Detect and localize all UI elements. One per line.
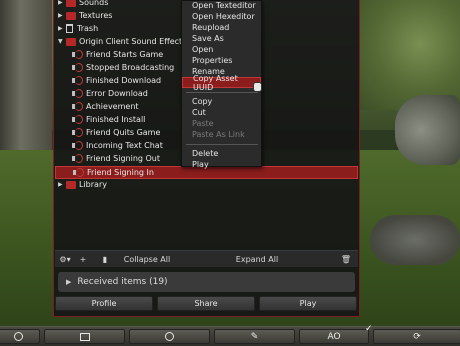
- trash-icon: [66, 24, 73, 33]
- chevron-right-icon[interactable]: ▶: [58, 12, 66, 19]
- menu-item-copy-asset-uuid[interactable]: Copy Asset UUID: [182, 74, 261, 92]
- expand-all-button[interactable]: Expand All: [231, 253, 283, 265]
- item-label: Friend Signing Out: [86, 154, 161, 163]
- item-label: Origin Client Sound Effects: [79, 37, 187, 46]
- refresh-icon: ⟳: [413, 331, 421, 342]
- menu-item-properties[interactable]: Properties: [182, 55, 261, 66]
- trash-icon[interactable]: 🗑: [339, 253, 353, 265]
- item-label: Library: [79, 180, 107, 189]
- profile-button[interactable]: Profile: [55, 296, 153, 311]
- context-menu: Open Texteditor Open Hexeditor Reupload Sav…: [181, 0, 262, 170]
- item-label: Sounds: [79, 0, 109, 7]
- folder-icon: [66, 11, 76, 20]
- tools-icon: ✎: [250, 331, 259, 342]
- item-label: Friend Starts Game: [86, 50, 164, 59]
- bottom-toolbar: ✎ AO ⟳: [0, 326, 460, 346]
- folder-icon: [66, 180, 76, 189]
- sound-icon: [72, 154, 83, 163]
- expand-arrow-icon: ▶: [66, 278, 72, 286]
- location-icon: [165, 332, 174, 341]
- item-label: Friend Signing In: [87, 168, 154, 177]
- ao-button[interactable]: AO: [299, 329, 369, 344]
- chevron-right-icon[interactable]: ▶: [58, 181, 66, 188]
- menu-item-save-as[interactable]: Save As: [182, 33, 261, 44]
- item-label: Textures: [79, 11, 113, 20]
- menu-item-open-texteditor[interactable]: Open Texteditor: [182, 0, 261, 11]
- menu-separator: [186, 92, 258, 93]
- gear-menu-button[interactable]: ⚙▾: [57, 253, 73, 265]
- ao-enabled-check-icon[interactable]: ✓: [365, 325, 373, 334]
- item-label: Stopped Broadcasting: [86, 63, 175, 72]
- menu-item-delete[interactable]: Delete: [182, 148, 261, 159]
- sound-icon: [72, 63, 83, 72]
- received-items-header[interactable]: ▶ Received items (19): [58, 272, 355, 292]
- sound-icon: [72, 89, 83, 98]
- chevron-right-icon[interactable]: ▶: [58, 25, 66, 32]
- inventory-folder-item[interactable]: ▶ Library: [55, 178, 358, 191]
- chevron-down-icon[interactable]: ▼: [58, 38, 66, 45]
- map-icon: [79, 332, 90, 341]
- menu-item-paste-as-link[interactable]: Paste As Link: [182, 129, 261, 140]
- item-label: Achievement: [86, 102, 139, 111]
- map-button[interactable]: [44, 329, 125, 344]
- gear-icon: ⚙▾: [59, 254, 71, 264]
- sound-icon: [72, 76, 83, 85]
- menu-item-copy[interactable]: Copy: [182, 96, 261, 107]
- add-button[interactable]: +: [77, 253, 89, 265]
- item-label: Incoming Text Chat: [86, 141, 163, 150]
- sound-icon: [72, 115, 83, 124]
- sound-icon: [73, 168, 84, 177]
- item-label: Error Download: [86, 89, 148, 98]
- folder-icon: [66, 0, 76, 7]
- tools-button[interactable]: ✎: [214, 329, 295, 344]
- share-button[interactable]: Share: [157, 296, 255, 311]
- clipboard-icon[interactable]: ▮: [99, 253, 111, 265]
- location-button[interactable]: [129, 329, 210, 344]
- item-label: Finished Download: [86, 76, 162, 85]
- item-label: Friend Quits Game: [86, 128, 161, 137]
- mouse-cursor-icon: [253, 82, 262, 92]
- menu-separator: [186, 144, 258, 145]
- sound-icon: [72, 141, 83, 150]
- inventory-toolbar: ⚙▾ + ▮ Collapse All Expand All 🗑: [55, 250, 358, 267]
- received-items-label: Received items (19): [77, 277, 168, 287]
- menu-item-reupload[interactable]: Reupload: [182, 22, 261, 33]
- item-label: Finished Install: [86, 115, 146, 124]
- menu-item-cut[interactable]: Cut: [182, 107, 261, 118]
- chevron-right-icon[interactable]: ▶: [58, 0, 66, 6]
- sound-icon: [72, 128, 83, 137]
- folder-icon: [66, 37, 76, 46]
- search-button[interactable]: [0, 329, 40, 344]
- play-button[interactable]: Play: [259, 296, 357, 311]
- menu-item-open-hexeditor[interactable]: Open Hexeditor: [182, 11, 261, 22]
- menu-item-play[interactable]: Play: [182, 159, 261, 170]
- refresh-button[interactable]: ⟳: [373, 329, 460, 344]
- search-icon: [13, 332, 23, 341]
- menu-item-paste[interactable]: Paste: [182, 118, 261, 129]
- item-label: Trash: [77, 24, 99, 33]
- sound-icon: [72, 102, 83, 111]
- collapse-all-button[interactable]: Collapse All: [121, 253, 173, 265]
- sound-icon: [72, 50, 83, 59]
- menu-item-open[interactable]: Open: [182, 44, 261, 55]
